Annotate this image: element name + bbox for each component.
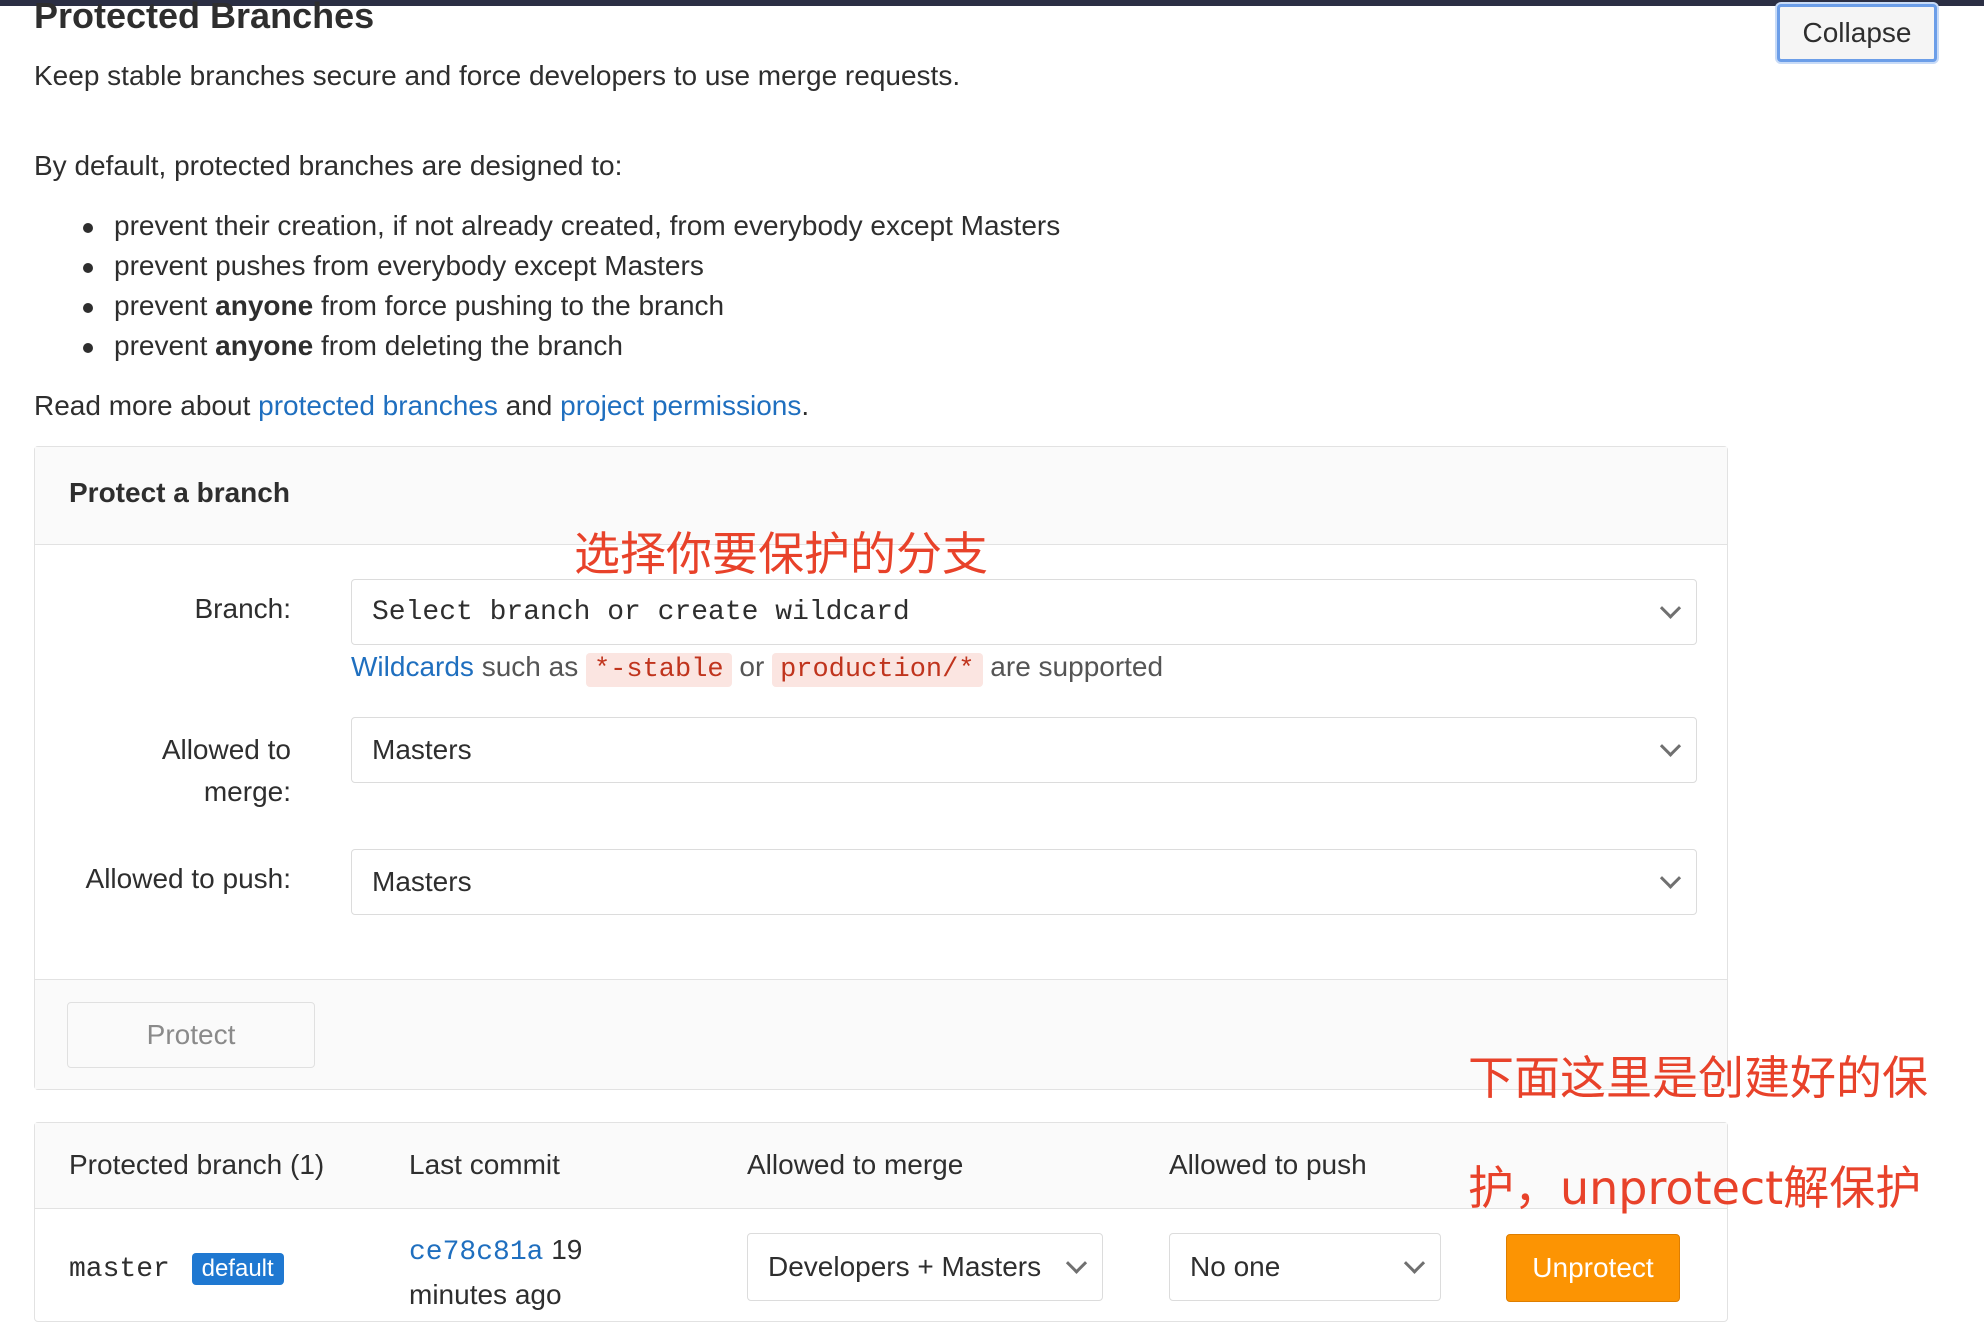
allowed-to-push-select[interactable]: Masters (351, 849, 1697, 915)
chevron-down-icon (1403, 1252, 1426, 1274)
branch-label: Branch: (194, 593, 292, 624)
chevron-down-icon (1065, 1252, 1088, 1274)
panel-title: Protect a branch (69, 477, 290, 508)
read-more-text: Read more about protected branches and p… (34, 390, 810, 421)
branch-select[interactable]: Select branch or create wildcard (351, 579, 1697, 645)
defaults-heading: By default, protected branches are desig… (34, 150, 623, 181)
branch-cell: master default (69, 1251, 284, 1285)
list-item: prevent anyone from force pushing to the… (82, 286, 1060, 326)
last-commit-cell: ce78c81a 19 minutes ago (409, 1234, 583, 1310)
push-select-value: Masters (372, 866, 472, 897)
collapse-button[interactable]: Collapse (1777, 4, 1937, 62)
row-push-value: No one (1190, 1251, 1281, 1282)
allowed-to-push-label: Allowed to push: (85, 863, 291, 894)
chevron-down-icon (1659, 597, 1682, 619)
allowed-to-merge-label: Allowed to merge: (161, 734, 291, 807)
defaults-list: prevent their creation, if not already c… (34, 206, 1060, 366)
column-header-allowed-to-push: Allowed to push (1169, 1149, 1367, 1180)
chevron-down-icon (1659, 867, 1682, 889)
default-badge: default (191, 1253, 284, 1285)
row-allowed-to-push-select[interactable]: No one (1169, 1233, 1441, 1301)
column-header-branch: Protected branch (1) (69, 1149, 325, 1180)
project-permissions-link[interactable]: project permissions (560, 390, 801, 421)
allowed-to-merge-select[interactable]: Masters (351, 717, 1697, 783)
chevron-down-icon (1659, 735, 1682, 757)
column-header-last-commit: Last commit (409, 1149, 560, 1180)
protected-branches-table: Protected branch (1) Last commit Allowed… (34, 1122, 1728, 1322)
code-example: production/* (772, 653, 983, 687)
list-item: prevent anyone from deleting the branch (82, 326, 1060, 366)
commit-sha-link[interactable]: ce78c81a (409, 1237, 543, 1268)
list-item: prevent their creation, if not already c… (82, 206, 1060, 246)
branch-select-placeholder: Select branch or create wildcard (372, 596, 910, 628)
annotation-select-branch: 选择你要保护的分支 (574, 527, 988, 581)
page-title: Protected Branches (34, 0, 375, 36)
code-example: *-stable (585, 653, 732, 687)
section-description: Keep stable branches secure and force de… (34, 60, 961, 91)
protected-branches-link[interactable]: protected branches (258, 390, 498, 421)
row-allowed-to-merge-select[interactable]: Developers + Masters (747, 1233, 1103, 1301)
unprotect-button[interactable]: Unprotect (1506, 1234, 1680, 1302)
annotation-created-line2: 护，unprotect解保护 (1468, 1161, 1922, 1215)
annotation-created-line1: 下面这里是创建好的保 (1468, 1051, 1928, 1105)
wildcard-help: Wildcards such as *-stable or production… (351, 651, 1164, 687)
row-merge-value: Developers + Masters (768, 1251, 1042, 1282)
merge-select-value: Masters (372, 734, 472, 765)
branch-name: master (69, 1254, 170, 1285)
list-item: prevent pushes from everybody except Mas… (82, 246, 1060, 286)
protect-button[interactable]: Protect (67, 1002, 315, 1068)
column-header-allowed-to-merge: Allowed to merge (747, 1149, 964, 1180)
wildcards-link[interactable]: Wildcards (351, 651, 474, 682)
